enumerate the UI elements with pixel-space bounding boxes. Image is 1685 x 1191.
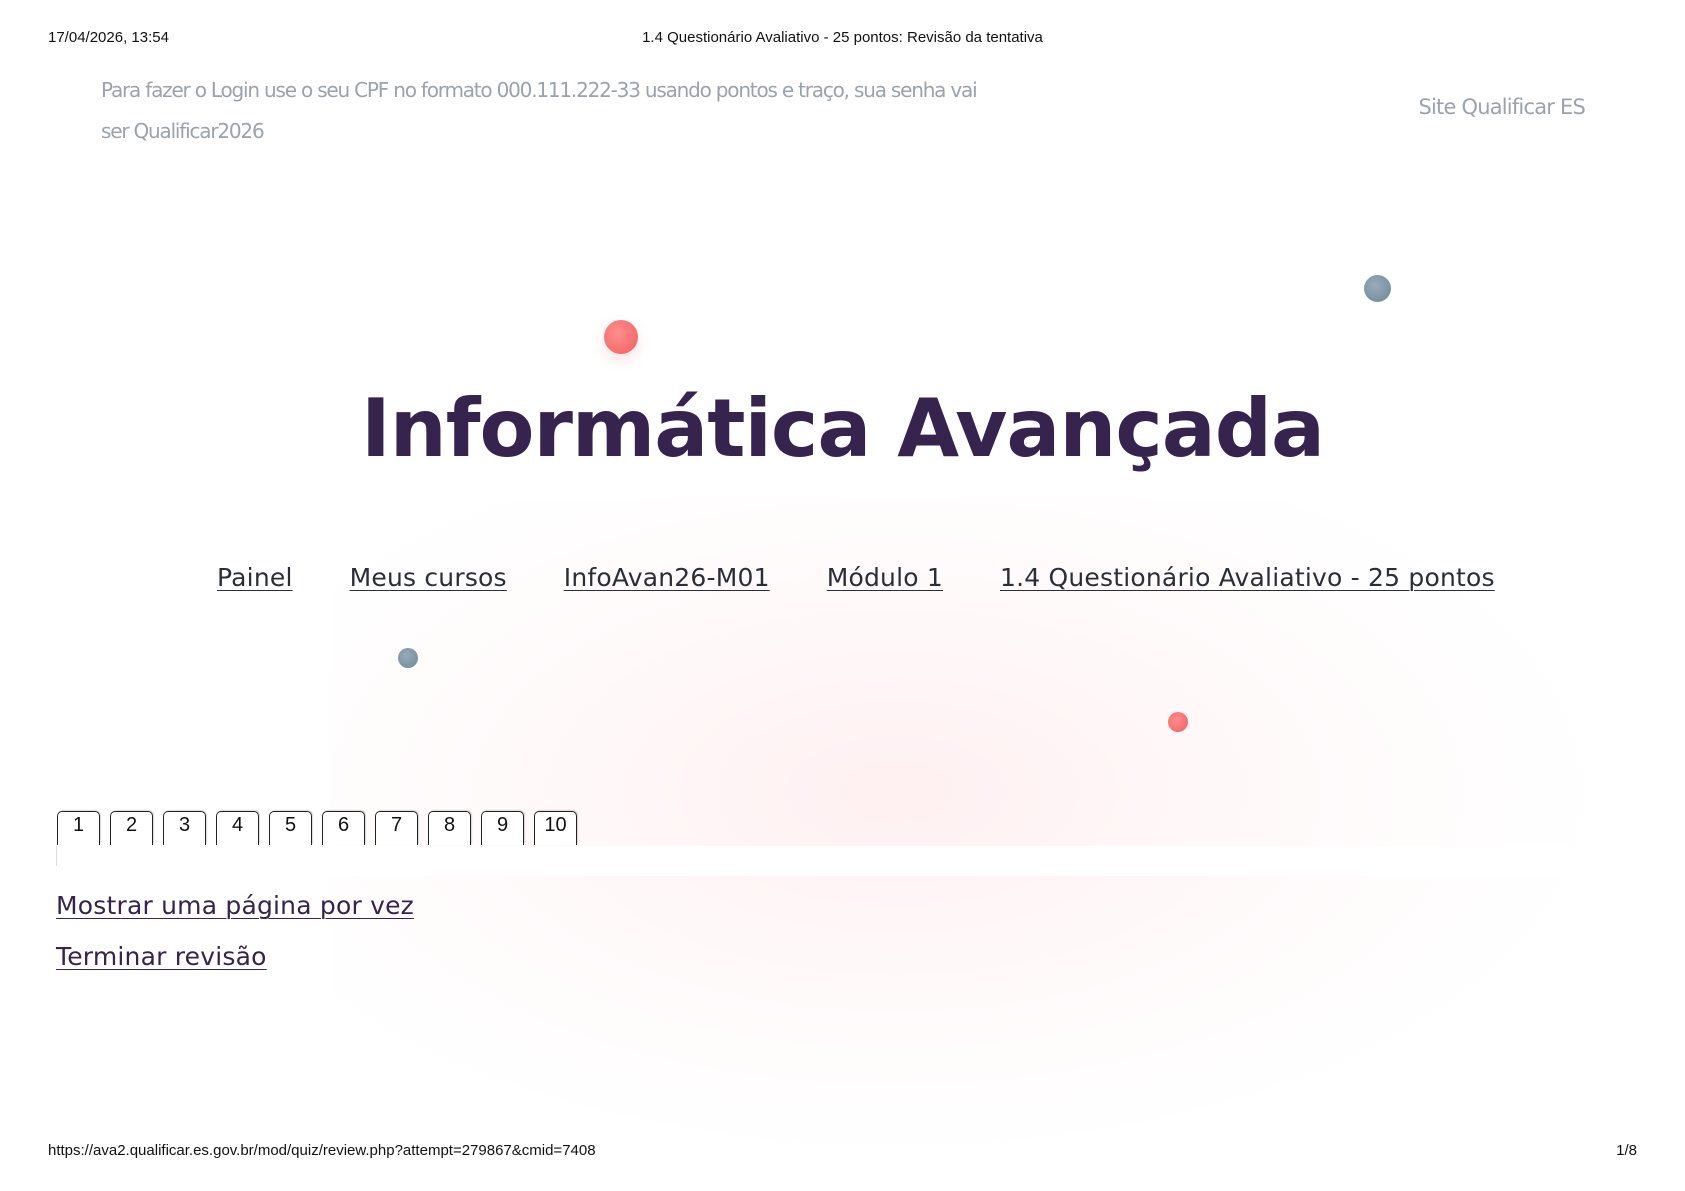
quiz-nav-button-10[interactable]: 10 (534, 811, 577, 845)
quiz-nav-button-4[interactable]: 4 (216, 811, 259, 845)
decorative-dot (1364, 275, 1391, 302)
breadcrumb-meus-cursos[interactable]: Meus cursos (350, 563, 507, 603)
login-notice: Para fazer o Login use o seu CPF no form… (101, 78, 978, 143)
quiz-nav-button-7[interactable]: 7 (375, 811, 418, 845)
print-page-number: 1/8 (1616, 1142, 1637, 1159)
quiz-nav-button-8[interactable]: 8 (428, 811, 471, 845)
divider (56, 846, 57, 866)
course-title: Informática Avançada (360, 382, 1325, 475)
decorative-dot (604, 320, 638, 354)
print-page-title: 1.4 Questionário Avaliativo - 25 pontos:… (642, 29, 1043, 46)
breadcrumb-painel[interactable]: Painel (217, 563, 293, 603)
breadcrumb: Painel Meus cursos InfoAvan26-M01 Módulo… (217, 563, 1495, 603)
quiz-nav-button-2[interactable]: 2 (110, 811, 153, 845)
print-footer: https://ava2.qualificar.es.gov.br/mod/qu… (48, 1142, 1637, 1162)
print-url: https://ava2.qualificar.es.gov.br/mod/qu… (48, 1142, 596, 1159)
decorative-dot (1168, 712, 1188, 732)
decorative-dot (398, 648, 418, 668)
quiz-nav-strip (56, 846, 1586, 876)
quiz-nav-button-5[interactable]: 5 (269, 811, 312, 845)
breadcrumb-course[interactable]: InfoAvan26-M01 (564, 563, 770, 603)
quiz-nav-button-6[interactable]: 6 (322, 811, 365, 845)
breadcrumb-module[interactable]: Módulo 1 (827, 563, 943, 603)
review-links: Mostrar uma página por vez Terminar revi… (56, 891, 414, 993)
print-header: 17/04/2026, 13:54 1.4 Questionário Avali… (48, 29, 1637, 49)
breadcrumb-quiz[interactable]: 1.4 Questionário Avaliativo - 25 pontos (1000, 563, 1495, 603)
quiz-navigation: 1 2 3 4 5 6 7 8 9 10 (57, 811, 577, 845)
quiz-nav-button-9[interactable]: 9 (481, 811, 524, 845)
quiz-nav-button-1[interactable]: 1 (57, 811, 100, 845)
site-qualificar-link[interactable]: Site Qualificar ES (1418, 95, 1585, 119)
quiz-nav-button-3[interactable]: 3 (163, 811, 206, 845)
show-one-page-link[interactable]: Mostrar uma página por vez (56, 891, 414, 920)
finish-review-link[interactable]: Terminar revisão (56, 942, 414, 971)
